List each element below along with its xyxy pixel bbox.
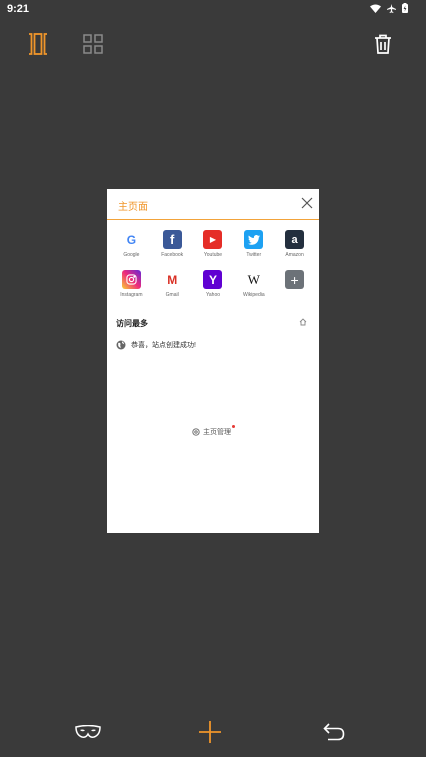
wikipedia-icon: W — [244, 270, 264, 289]
airplane-icon — [387, 3, 396, 13]
status-time: 9:21 — [7, 3, 30, 15]
home-icon[interactable] — [299, 318, 307, 326]
google-icon: G — [121, 230, 141, 249]
shortcut-youtube[interactable]: ▶ Youtube — [193, 230, 233, 270]
facebook-icon: f — [162, 230, 182, 249]
shortcut-wikipedia[interactable]: W Wikipedia — [234, 270, 274, 310]
top-toolbar — [0, 24, 426, 64]
globe-icon — [116, 340, 126, 350]
status-icons — [370, 3, 408, 13]
incognito-mask-icon[interactable] — [74, 718, 102, 746]
amazon-icon: a — [285, 230, 305, 249]
shortcut-grid: G Google f Facebook ▶ Youtube Twitter a … — [107, 230, 319, 310]
shortcut-facebook[interactable]: f Facebook — [152, 230, 192, 270]
trash-icon[interactable] — [369, 30, 397, 58]
back-icon[interactable] — [320, 718, 348, 746]
tab-title: 主页面 — [118, 202, 148, 213]
home-manage-label: 主页管理 — [203, 425, 235, 437]
grid-view-icon[interactable] — [79, 30, 107, 58]
add-shortcut-button[interactable]: + — [275, 270, 315, 310]
most-visited-title: 访问最多 — [116, 319, 148, 328]
battery-icon — [402, 3, 408, 13]
tab-card-header: 主页面 — [107, 189, 319, 220]
wifi-icon — [370, 4, 381, 13]
yahoo-icon: Y — [203, 270, 223, 289]
shortcut-gmail[interactable]: M Gmail — [152, 270, 192, 310]
add-shortcut-icon: + — [285, 270, 305, 289]
most-visited-item-label: 恭喜，站点创建成功! — [131, 342, 196, 349]
gear-icon — [192, 428, 200, 436]
gmail-icon: M — [162, 270, 182, 289]
tab-card[interactable]: 主页面 G Google f Facebook ▶ Youtube Twitte… — [107, 189, 319, 533]
shortcut-google[interactable]: G Google — [111, 230, 151, 270]
instagram-icon — [121, 270, 141, 289]
notification-dot — [232, 425, 235, 428]
add-tab-icon[interactable] — [196, 718, 224, 746]
bottom-bar — [0, 712, 426, 752]
status-bar: 9:21 — [0, 0, 426, 18]
shortcut-yahoo[interactable]: Y Yahoo — [193, 270, 233, 310]
most-visited-item[interactable]: 恭喜，站点创建成功! — [116, 340, 196, 350]
carousel-view-icon[interactable] — [24, 30, 52, 58]
home-manage-button[interactable]: 主页管理 — [192, 425, 235, 437]
twitter-icon — [244, 230, 264, 249]
shortcut-amazon[interactable]: a Amazon — [275, 230, 315, 270]
shortcut-instagram[interactable]: Instagram — [111, 270, 151, 310]
youtube-icon: ▶ — [203, 230, 223, 249]
shortcut-twitter[interactable]: Twitter — [234, 230, 274, 270]
close-tab-icon[interactable] — [300, 196, 314, 210]
